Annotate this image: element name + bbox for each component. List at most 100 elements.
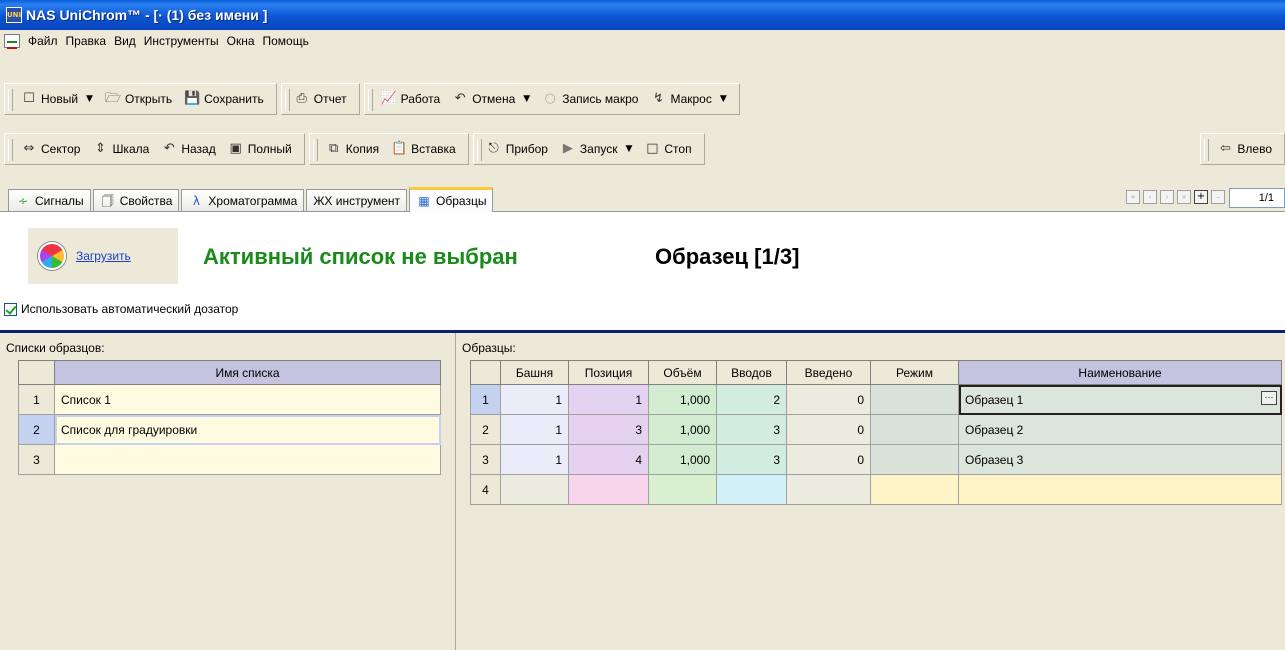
- table-row[interactable]: 3: [18, 444, 441, 475]
- menu-help[interactable]: Помощь: [259, 32, 313, 50]
- row-number[interactable]: 3: [470, 444, 501, 475]
- table-row[interactable]: 2 1 3 1,000 3 0 Образец 2: [470, 414, 1282, 445]
- tab-properties[interactable]: 🗍 Свойства: [92, 189, 180, 211]
- scale-button[interactable]: ⇕ Шкала: [86, 137, 155, 161]
- table-row[interactable]: 1 Список 1: [18, 384, 441, 415]
- list-name-cell[interactable]: Список 1: [54, 384, 441, 415]
- tower-cell[interactable]: 1: [500, 444, 569, 475]
- tab-chromatogram[interactable]: λ Хроматограмма: [181, 189, 305, 211]
- sample-name-cell[interactable]: Образец 2: [958, 414, 1282, 445]
- chevron-down-icon[interactable]: ▼: [625, 144, 632, 154]
- sector-button[interactable]: ⇔ Сектор: [15, 137, 86, 161]
- open-button[interactable]: 🗁 Открыть: [99, 87, 178, 111]
- last-record-icon[interactable]: »: [1177, 190, 1191, 204]
- stop-button[interactable]: □ Стоп: [638, 137, 697, 161]
- injections-header[interactable]: Вводов: [716, 360, 787, 385]
- chevron-down-icon[interactable]: ▼: [86, 94, 93, 104]
- page-indicator[interactable]: 1/1: [1229, 188, 1285, 208]
- menu-tools[interactable]: Инструменты: [140, 32, 223, 50]
- mode-cell[interactable]: [870, 384, 959, 415]
- volume-cell[interactable]: 1,000: [648, 414, 717, 445]
- position-cell[interactable]: 3: [568, 414, 649, 445]
- table-row[interactable]: 3 1 4 1,000 3 0 Образец 3: [470, 444, 1282, 475]
- injections-cell[interactable]: 3: [716, 444, 787, 475]
- mode-cell[interactable]: [870, 444, 959, 475]
- row-number[interactable]: 1: [470, 384, 501, 415]
- full-button[interactable]: ▣ Полный: [222, 137, 298, 161]
- row-number[interactable]: 2: [18, 414, 55, 445]
- printer-icon: ⎙: [296, 91, 307, 106]
- injections-cell[interactable]: 3: [716, 414, 787, 445]
- delete-record-icon[interactable]: –: [1211, 190, 1225, 204]
- prev-record-icon[interactable]: ‹: [1143, 190, 1157, 204]
- table-row[interactable]: 2 Список для градуировки: [18, 414, 441, 445]
- tab-samples[interactable]: ▦ Образцы: [409, 187, 494, 212]
- volume-cell[interactable]: 1,000: [648, 384, 717, 415]
- name-header[interactable]: Наименование: [958, 360, 1282, 385]
- volume-cell[interactable]: [648, 474, 717, 505]
- list-name-cell[interactable]: Список для градуировки: [54, 414, 441, 445]
- menu-windows[interactable]: Окна: [223, 32, 259, 50]
- mode-cell[interactable]: [870, 414, 959, 445]
- mode-cell[interactable]: [870, 474, 959, 505]
- tower-cell[interactable]: 1: [500, 414, 569, 445]
- autosampler-checkbox[interactable]: [4, 302, 17, 316]
- ellipsis-button[interactable]: ···: [1261, 391, 1277, 405]
- done-cell[interactable]: 0: [786, 384, 871, 415]
- autosampler-option[interactable]: Использовать автоматический дозатор: [4, 302, 238, 316]
- document-icon[interactable]: [4, 34, 20, 49]
- mode-header[interactable]: Режим: [870, 360, 959, 385]
- chevron-down-icon[interactable]: ▼: [720, 94, 727, 104]
- position-header[interactable]: Позиция: [568, 360, 649, 385]
- paste-button[interactable]: 📋 Вставка: [385, 137, 462, 161]
- row-number[interactable]: 2: [470, 414, 501, 445]
- sample-name-cell[interactable]: [958, 474, 1282, 505]
- run-button[interactable]: ▶ Запуск ▼: [554, 137, 638, 161]
- position-cell[interactable]: [568, 474, 649, 505]
- injections-cell[interactable]: 2: [716, 384, 787, 415]
- macro-button[interactable]: ↯ Макрос ▼: [644, 87, 732, 111]
- sample-name-cell[interactable]: Образец 3: [958, 444, 1282, 475]
- first-record-icon[interactable]: «: [1126, 190, 1140, 204]
- add-record-icon[interactable]: +: [1194, 190, 1208, 204]
- done-header[interactable]: Введено: [786, 360, 871, 385]
- position-cell[interactable]: 1: [568, 384, 649, 415]
- volume-cell[interactable]: 1,000: [648, 444, 717, 475]
- done-cell[interactable]: 0: [786, 414, 871, 445]
- injections-cell[interactable]: [716, 474, 787, 505]
- copy-button[interactable]: ⧉ Копия: [320, 137, 385, 161]
- tower-cell[interactable]: [500, 474, 569, 505]
- work-button[interactable]: 📈 Работа: [375, 87, 447, 111]
- menu-view[interactable]: Вид: [110, 32, 140, 50]
- list-name-cell[interactable]: [54, 444, 441, 475]
- tab-signals[interactable]: ∻ Сигналы: [8, 189, 91, 211]
- volume-header[interactable]: Объём: [648, 360, 717, 385]
- tab-lc-instrument[interactable]: ЖХ инструмент: [306, 189, 408, 211]
- table-row[interactable]: 4: [470, 474, 1282, 505]
- new-button[interactable]: ☐ Новый ▼: [15, 87, 99, 111]
- load-icon[interactable]: [38, 242, 66, 270]
- row-number[interactable]: 3: [18, 444, 55, 475]
- undo-button[interactable]: ↶ Отмена ▼: [446, 87, 536, 111]
- done-cell[interactable]: [786, 474, 871, 505]
- row-number[interactable]: 4: [470, 474, 501, 505]
- back-button[interactable]: ↶ Назад: [155, 137, 221, 161]
- device-button[interactable]: ⎋ Прибор: [480, 137, 554, 161]
- load-link[interactable]: Загрузить: [76, 249, 131, 263]
- menu-edit[interactable]: Правка: [62, 32, 111, 50]
- menu-file[interactable]: Файл: [24, 32, 62, 50]
- next-record-icon[interactable]: ›: [1160, 190, 1174, 204]
- report-button[interactable]: ⎙ Отчет: [288, 87, 353, 111]
- record-macro-button[interactable]: ○ Запись макро: [536, 87, 644, 111]
- sample-name-cell[interactable]: Образец 1 ···: [958, 384, 1282, 415]
- list-name-header[interactable]: Имя списка: [54, 360, 441, 385]
- table-row[interactable]: 1 1 1 1,000 2 0 Образец 1 ···: [470, 384, 1282, 415]
- save-button[interactable]: 💾 Сохранить: [178, 87, 270, 111]
- tower-header[interactable]: Башня: [500, 360, 569, 385]
- position-cell[interactable]: 4: [568, 444, 649, 475]
- tower-cell[interactable]: 1: [500, 384, 569, 415]
- left-button[interactable]: ⇦ Влево: [1211, 137, 1278, 161]
- row-number[interactable]: 1: [18, 384, 55, 415]
- chevron-down-icon[interactable]: ▼: [523, 94, 530, 104]
- done-cell[interactable]: 0: [786, 444, 871, 475]
